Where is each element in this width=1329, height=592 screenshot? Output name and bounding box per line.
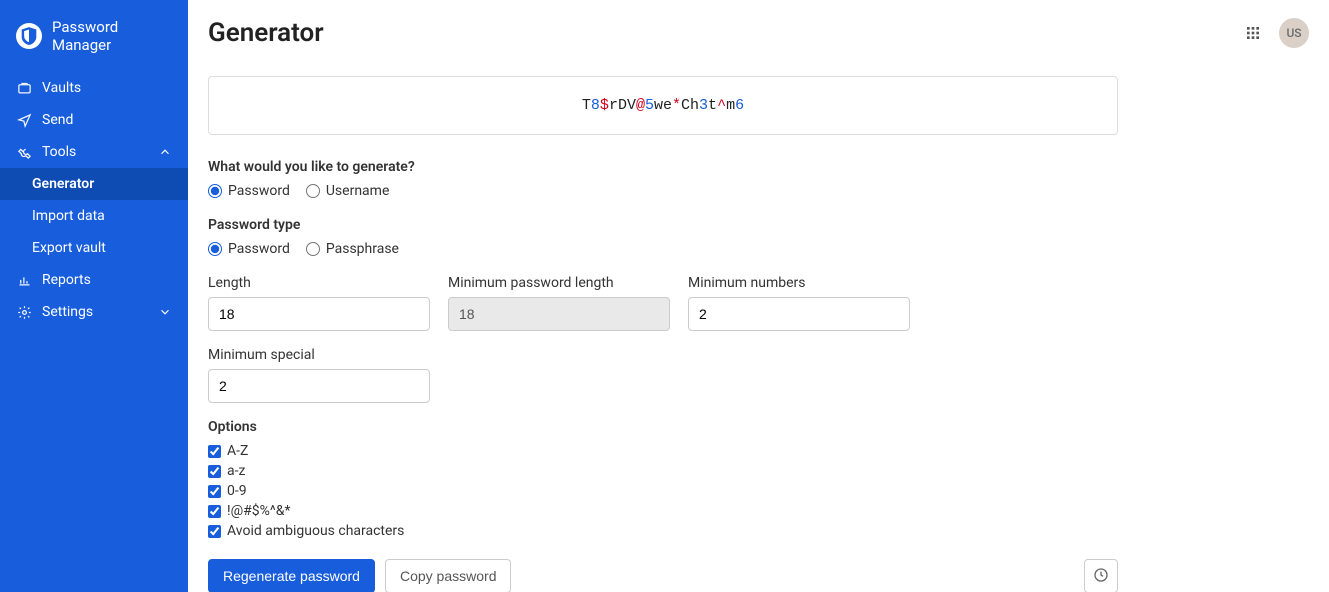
password-type-label: Password type xyxy=(208,217,1118,233)
password-char: Ch xyxy=(681,97,699,114)
sidebar-item-settings[interactable]: Settings xyxy=(0,296,188,328)
option-lowercase[interactable]: a-z xyxy=(208,463,1118,479)
password-char: 8 xyxy=(591,97,600,114)
field-min-numbers: Minimum numbers xyxy=(688,275,910,331)
radio-label: Passphrase xyxy=(326,241,399,257)
regenerate-button[interactable]: Regenerate password xyxy=(208,559,375,592)
length-input[interactable] xyxy=(208,297,430,331)
radio-generate-username[interactable]: Username xyxy=(306,183,390,199)
chevron-up-icon xyxy=(158,145,172,159)
chevron-down-icon xyxy=(158,305,172,319)
generate-what-radios: Password Username xyxy=(208,183,1118,199)
option-avoid-ambiguous[interactable]: Avoid ambiguous characters xyxy=(208,523,1118,539)
page-title: Generator xyxy=(208,18,324,48)
password-type-radios: Password Passphrase xyxy=(208,241,1118,257)
password-char: m xyxy=(726,97,735,114)
action-row: Regenerate password Copy password xyxy=(208,559,1118,592)
password-char: 3 xyxy=(699,97,708,114)
avatar[interactable]: US xyxy=(1279,18,1309,48)
radio-input[interactable] xyxy=(208,184,222,198)
field-min-special: Minimum special xyxy=(208,347,430,403)
checkbox-input[interactable] xyxy=(208,465,221,478)
min-numbers-input[interactable] xyxy=(688,297,910,331)
sidebar-item-label: Send xyxy=(42,112,172,128)
sidebar-item-label: Reports xyxy=(42,272,172,288)
radio-label: Username xyxy=(326,183,390,199)
sidebar-item-send[interactable]: Send xyxy=(0,104,188,136)
radio-label: Password xyxy=(228,241,290,257)
checkbox-input[interactable] xyxy=(208,525,221,538)
password-char: t xyxy=(708,97,717,114)
field-label: Minimum special xyxy=(208,347,430,363)
option-label: !@#$%^&* xyxy=(227,503,291,519)
sidebar-item-label: Settings xyxy=(42,304,148,320)
sidebar-item-reports[interactable]: Reports xyxy=(0,264,188,296)
radio-type-passphrase[interactable]: Passphrase xyxy=(306,241,399,257)
radio-label: Password xyxy=(228,183,290,199)
apps-grid-icon[interactable] xyxy=(1245,25,1261,41)
option-label: A-Z xyxy=(227,443,248,459)
shield-logo-icon xyxy=(16,23,42,49)
gear-icon xyxy=(16,304,32,320)
sidebar-subitem-label: Export vault xyxy=(32,240,106,256)
topbar: Generator US xyxy=(208,18,1309,48)
password-char: T xyxy=(582,97,591,114)
field-label: Minimum password length xyxy=(448,275,670,291)
checkbox-input[interactable] xyxy=(208,485,221,498)
radio-generate-password[interactable]: Password xyxy=(208,183,290,199)
options-label: Options xyxy=(208,419,1118,435)
field-label: Length xyxy=(208,275,430,291)
min-length-input xyxy=(448,297,670,331)
option-label: 0-9 xyxy=(227,483,247,499)
checkbox-input[interactable] xyxy=(208,445,221,458)
generated-password-display: T8$rDV@5we*Ch3t^m6 xyxy=(208,76,1118,135)
sidebar-subitem-generator[interactable]: Generator xyxy=(0,168,188,200)
radio-input[interactable] xyxy=(306,242,320,256)
sidebar-subitem-label: Import data xyxy=(32,208,105,224)
password-char: rDV xyxy=(609,97,636,114)
password-char: ^ xyxy=(717,97,726,114)
clock-icon xyxy=(1093,567,1109,586)
min-special-input[interactable] xyxy=(208,369,430,403)
password-char: 6 xyxy=(735,97,744,114)
main-content: Generator US T8$rDV@5we*Ch3t^m6 What wou… xyxy=(188,0,1329,592)
field-label: Minimum numbers xyxy=(688,275,910,291)
tools-icon xyxy=(16,144,32,160)
options-list: A-Z a-z 0-9 !@#$%^&* Avoid ambiguous cha… xyxy=(208,443,1118,539)
password-char: we xyxy=(654,97,672,114)
radio-type-password[interactable]: Password xyxy=(208,241,290,257)
checkbox-input[interactable] xyxy=(208,505,221,518)
vault-icon xyxy=(16,80,32,96)
password-char: * xyxy=(672,97,681,114)
brand-name: Password Manager xyxy=(52,18,172,54)
sidebar-item-label: Vaults xyxy=(42,80,172,96)
send-icon xyxy=(16,112,32,128)
field-length: Length xyxy=(208,275,430,331)
password-char: 5 xyxy=(645,97,654,114)
sidebar-item-tools[interactable]: Tools xyxy=(0,136,188,168)
radio-input[interactable] xyxy=(208,242,222,256)
generate-what-label: What would you like to generate? xyxy=(208,159,1118,175)
option-special[interactable]: !@#$%^&* xyxy=(208,503,1118,519)
sidebar: Password Manager Vaults Send Tools xyxy=(0,0,188,592)
password-char: $ xyxy=(600,97,609,114)
option-label: Avoid ambiguous characters xyxy=(227,523,404,539)
history-button[interactable] xyxy=(1084,559,1118,592)
option-label: a-z xyxy=(227,463,245,479)
option-numbers[interactable]: 0-9 xyxy=(208,483,1118,499)
brand: Password Manager xyxy=(0,18,188,72)
sidebar-subitem-import-data[interactable]: Import data xyxy=(0,200,188,232)
sidebar-subitem-label: Generator xyxy=(32,176,94,192)
sidebar-item-vaults[interactable]: Vaults xyxy=(0,72,188,104)
sidebar-subitem-export-vault[interactable]: Export vault xyxy=(0,232,188,264)
copy-password-button[interactable]: Copy password xyxy=(385,559,512,592)
field-min-length: Minimum password length xyxy=(448,275,670,331)
sidebar-tools-submenu: Generator Import data Export vault xyxy=(0,168,188,264)
radio-input[interactable] xyxy=(306,184,320,198)
reports-icon xyxy=(16,272,32,288)
sidebar-item-label: Tools xyxy=(42,144,148,160)
password-char: @ xyxy=(636,97,645,114)
option-uppercase[interactable]: A-Z xyxy=(208,443,1118,459)
